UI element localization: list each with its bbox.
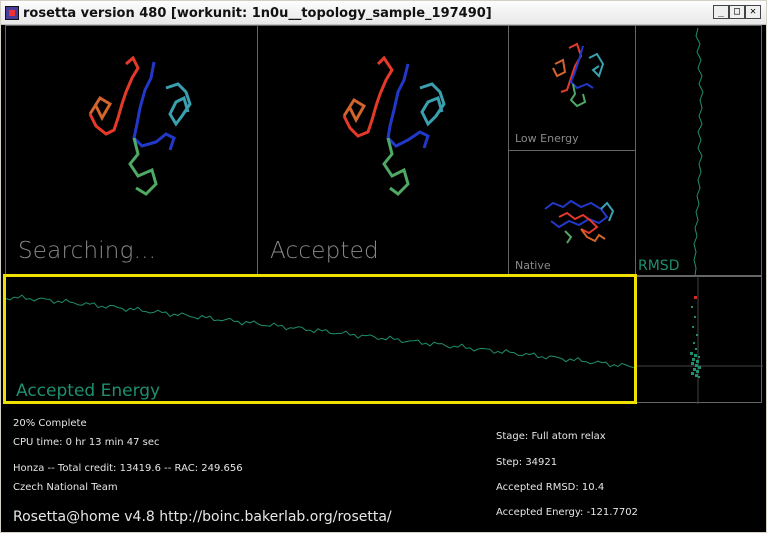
accepted-panel: Accepted	[257, 25, 509, 275]
cpu-time: CPU time: 0 hr 13 min 47 sec	[13, 437, 160, 448]
app-footer: Rosetta@home v4.8 http://boinc.bakerlab.…	[13, 509, 392, 525]
accepted-label: Accepted	[270, 238, 379, 264]
low-energy-label: Low Energy	[515, 132, 579, 145]
percent-complete: 20% Complete	[13, 418, 87, 429]
accepted-rmsd-text: Accepted RMSD: 10.4	[496, 482, 605, 493]
accepted-energy-panel[interactable]: Accepted Energy	[3, 274, 637, 404]
energy-line	[5, 294, 635, 369]
user-credit: Honza -- Total credit: 13419.6 -- RAC: 2…	[13, 463, 243, 474]
accepted-energy-label: Accepted Energy	[16, 381, 161, 401]
low-energy-panel: Low Energy	[508, 25, 636, 151]
searching-panel: Searching...	[5, 25, 258, 275]
accepted-energy-text: Accepted Energy: -121.7702	[496, 507, 638, 518]
rmsd-scatter-panel	[635, 275, 763, 404]
native-panel: Native	[508, 150, 636, 276]
stage-text: Stage: Full atom relax	[496, 431, 606, 442]
minimize-button[interactable]: _	[713, 5, 729, 19]
rmsd-energy-scatter	[636, 276, 763, 404]
step-text: Step: 34921	[496, 457, 558, 468]
native-label: Native	[515, 259, 551, 272]
team-name: Czech National Team	[13, 482, 118, 493]
rmsd-trace	[693, 27, 704, 277]
rosetta-app-icon	[5, 6, 19, 20]
rmsd-label: RMSD	[638, 258, 680, 274]
rosetta-window: rosetta version 480 [workunit: 1n0u__top…	[0, 0, 767, 533]
maximize-button[interactable]: □	[729, 5, 745, 19]
title-bar[interactable]: rosetta version 480 [workunit: 1n0u__top…	[1, 1, 766, 25]
searching-label: Searching...	[18, 238, 157, 264]
rmsd-panel: RMSD	[635, 25, 762, 277]
close-button[interactable]: ✕	[745, 5, 761, 19]
window-title: rosetta version 480 [workunit: 1n0u__top…	[23, 6, 492, 21]
